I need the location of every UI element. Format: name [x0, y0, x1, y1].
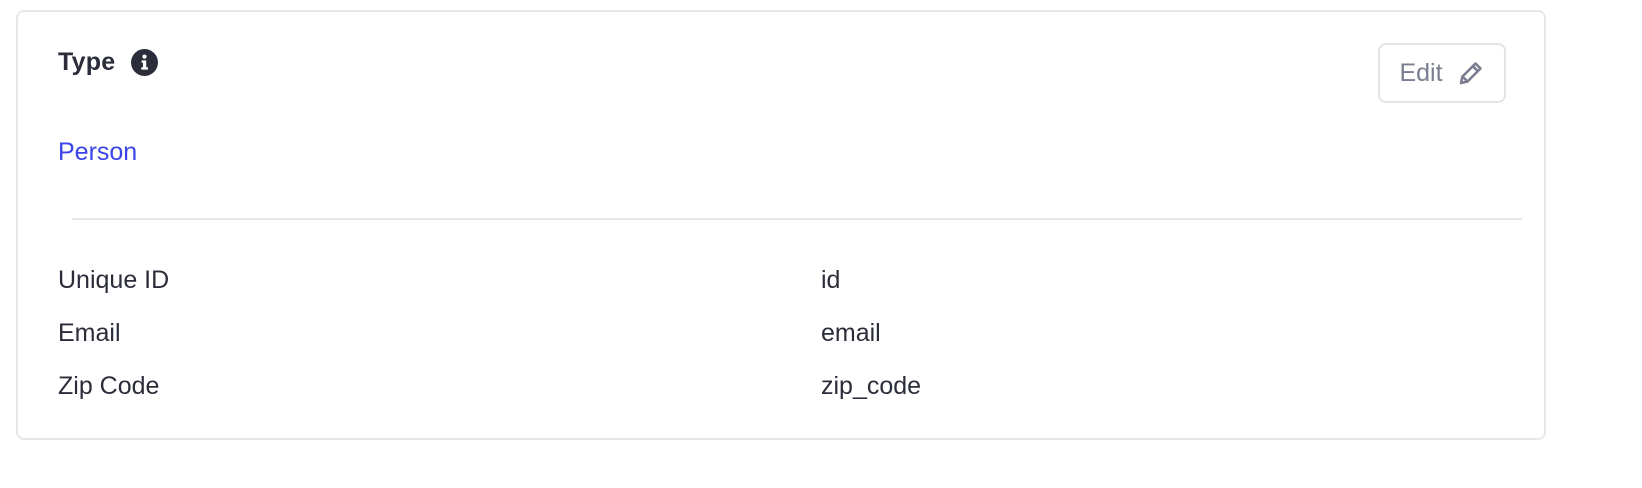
field-label: Unique ID: [58, 266, 170, 294]
field-value: zip_code: [821, 372, 922, 400]
type-value-link[interactable]: Person: [58, 138, 137, 167]
field-label: Zip Code: [58, 372, 160, 400]
divider: [72, 218, 1522, 220]
field-mapping-list: Unique ID id Email email Zip Code zip_co…: [58, 266, 1518, 425]
type-card: Type Edit Person Unique ID id Email emai…: [16, 10, 1546, 440]
info-icon[interactable]: [131, 49, 159, 76]
field-row: Email email: [58, 319, 1518, 372]
field-label: Email: [58, 319, 121, 347]
card-header: Type: [58, 48, 159, 77]
field-value: email: [821, 319, 881, 347]
pencil-icon: [1457, 59, 1485, 87]
field-row: Unique ID id: [58, 266, 1518, 319]
field-value: id: [821, 266, 841, 294]
section-title: Type: [58, 48, 116, 76]
edit-button-label: Edit: [1399, 58, 1443, 87]
edit-button[interactable]: Edit: [1378, 43, 1506, 103]
field-row: Zip Code zip_code: [58, 372, 1518, 425]
